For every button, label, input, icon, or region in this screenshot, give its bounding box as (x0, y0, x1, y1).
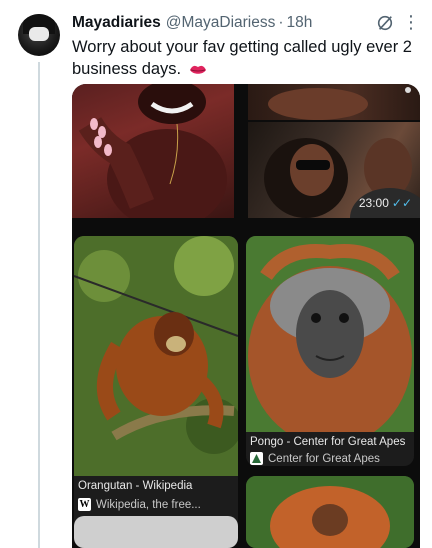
chat-timestamp-text: 23:00 (358, 196, 389, 210)
result-source-text: Center for Great Apes (268, 452, 380, 465)
ape-center-icon-art (252, 454, 261, 463)
orangutan-photo-art (74, 236, 238, 476)
search-result-card[interactable]: Pongo - Center for Great Apes Center for… (246, 236, 414, 466)
display-name[interactable]: Mayadiaries (72, 14, 161, 32)
search-result-card[interactable]: Orangutan - Wikipedia W Wikipedia, the f… (74, 236, 238, 530)
orangutan-photo (74, 236, 238, 476)
orangutan-thumb-art (246, 476, 414, 548)
avatar-logo (29, 27, 49, 41)
tweet-text-content: Worry about your fav getting called ugly… (72, 38, 412, 78)
user-handle[interactable]: @MayaDiariess (166, 14, 276, 32)
tweet-text: Worry about your fav getting called ugly… (72, 36, 418, 80)
orangutan-face-photo-art (246, 236, 414, 446)
wikipedia-icon: W (78, 498, 91, 511)
photo-woman-smiling[interactable] (72, 84, 234, 218)
photo-woman-smiling-art (78, 84, 227, 218)
result-title[interactable]: Orangutan - Wikipedia (78, 480, 192, 492)
result-title[interactable]: Pongo - Center for Great Apes (250, 436, 405, 448)
orangutan-thumb[interactable] (246, 476, 414, 548)
chat-timestamp: 23:00 ✓✓ (359, 196, 412, 210)
photo-top-strip[interactable] (248, 84, 420, 120)
avatar[interactable] (18, 14, 60, 56)
lips-icon (189, 65, 206, 74)
result-source[interactable]: W Wikipedia, the free... (78, 498, 201, 511)
media-collage[interactable]: 23:00 ✓✓ Orangutan - Wikipedia W Wikipedi… (72, 84, 420, 548)
thread-line (38, 62, 40, 548)
next-result-thumb[interactable] (74, 516, 238, 548)
more-icon[interactable]: ⋮ (402, 12, 420, 32)
read-receipt-icon: ✓✓ (391, 196, 412, 210)
separator-dot: · (278, 14, 284, 31)
photo-couple[interactable]: 23:00 ✓✓ (248, 122, 420, 218)
result-source-text: Wikipedia, the free... (96, 498, 201, 511)
result-source[interactable]: Center for Great Apes (250, 452, 380, 465)
post-time[interactable]: 18h (287, 14, 313, 32)
orangutan-face-photo (246, 236, 414, 446)
ape-center-icon (250, 452, 263, 465)
grok-icon[interactable] (376, 14, 394, 32)
tweet-header: Mayadiaries @MayaDiariess · 18h (72, 12, 422, 34)
photo-top-strip-art (268, 87, 411, 120)
